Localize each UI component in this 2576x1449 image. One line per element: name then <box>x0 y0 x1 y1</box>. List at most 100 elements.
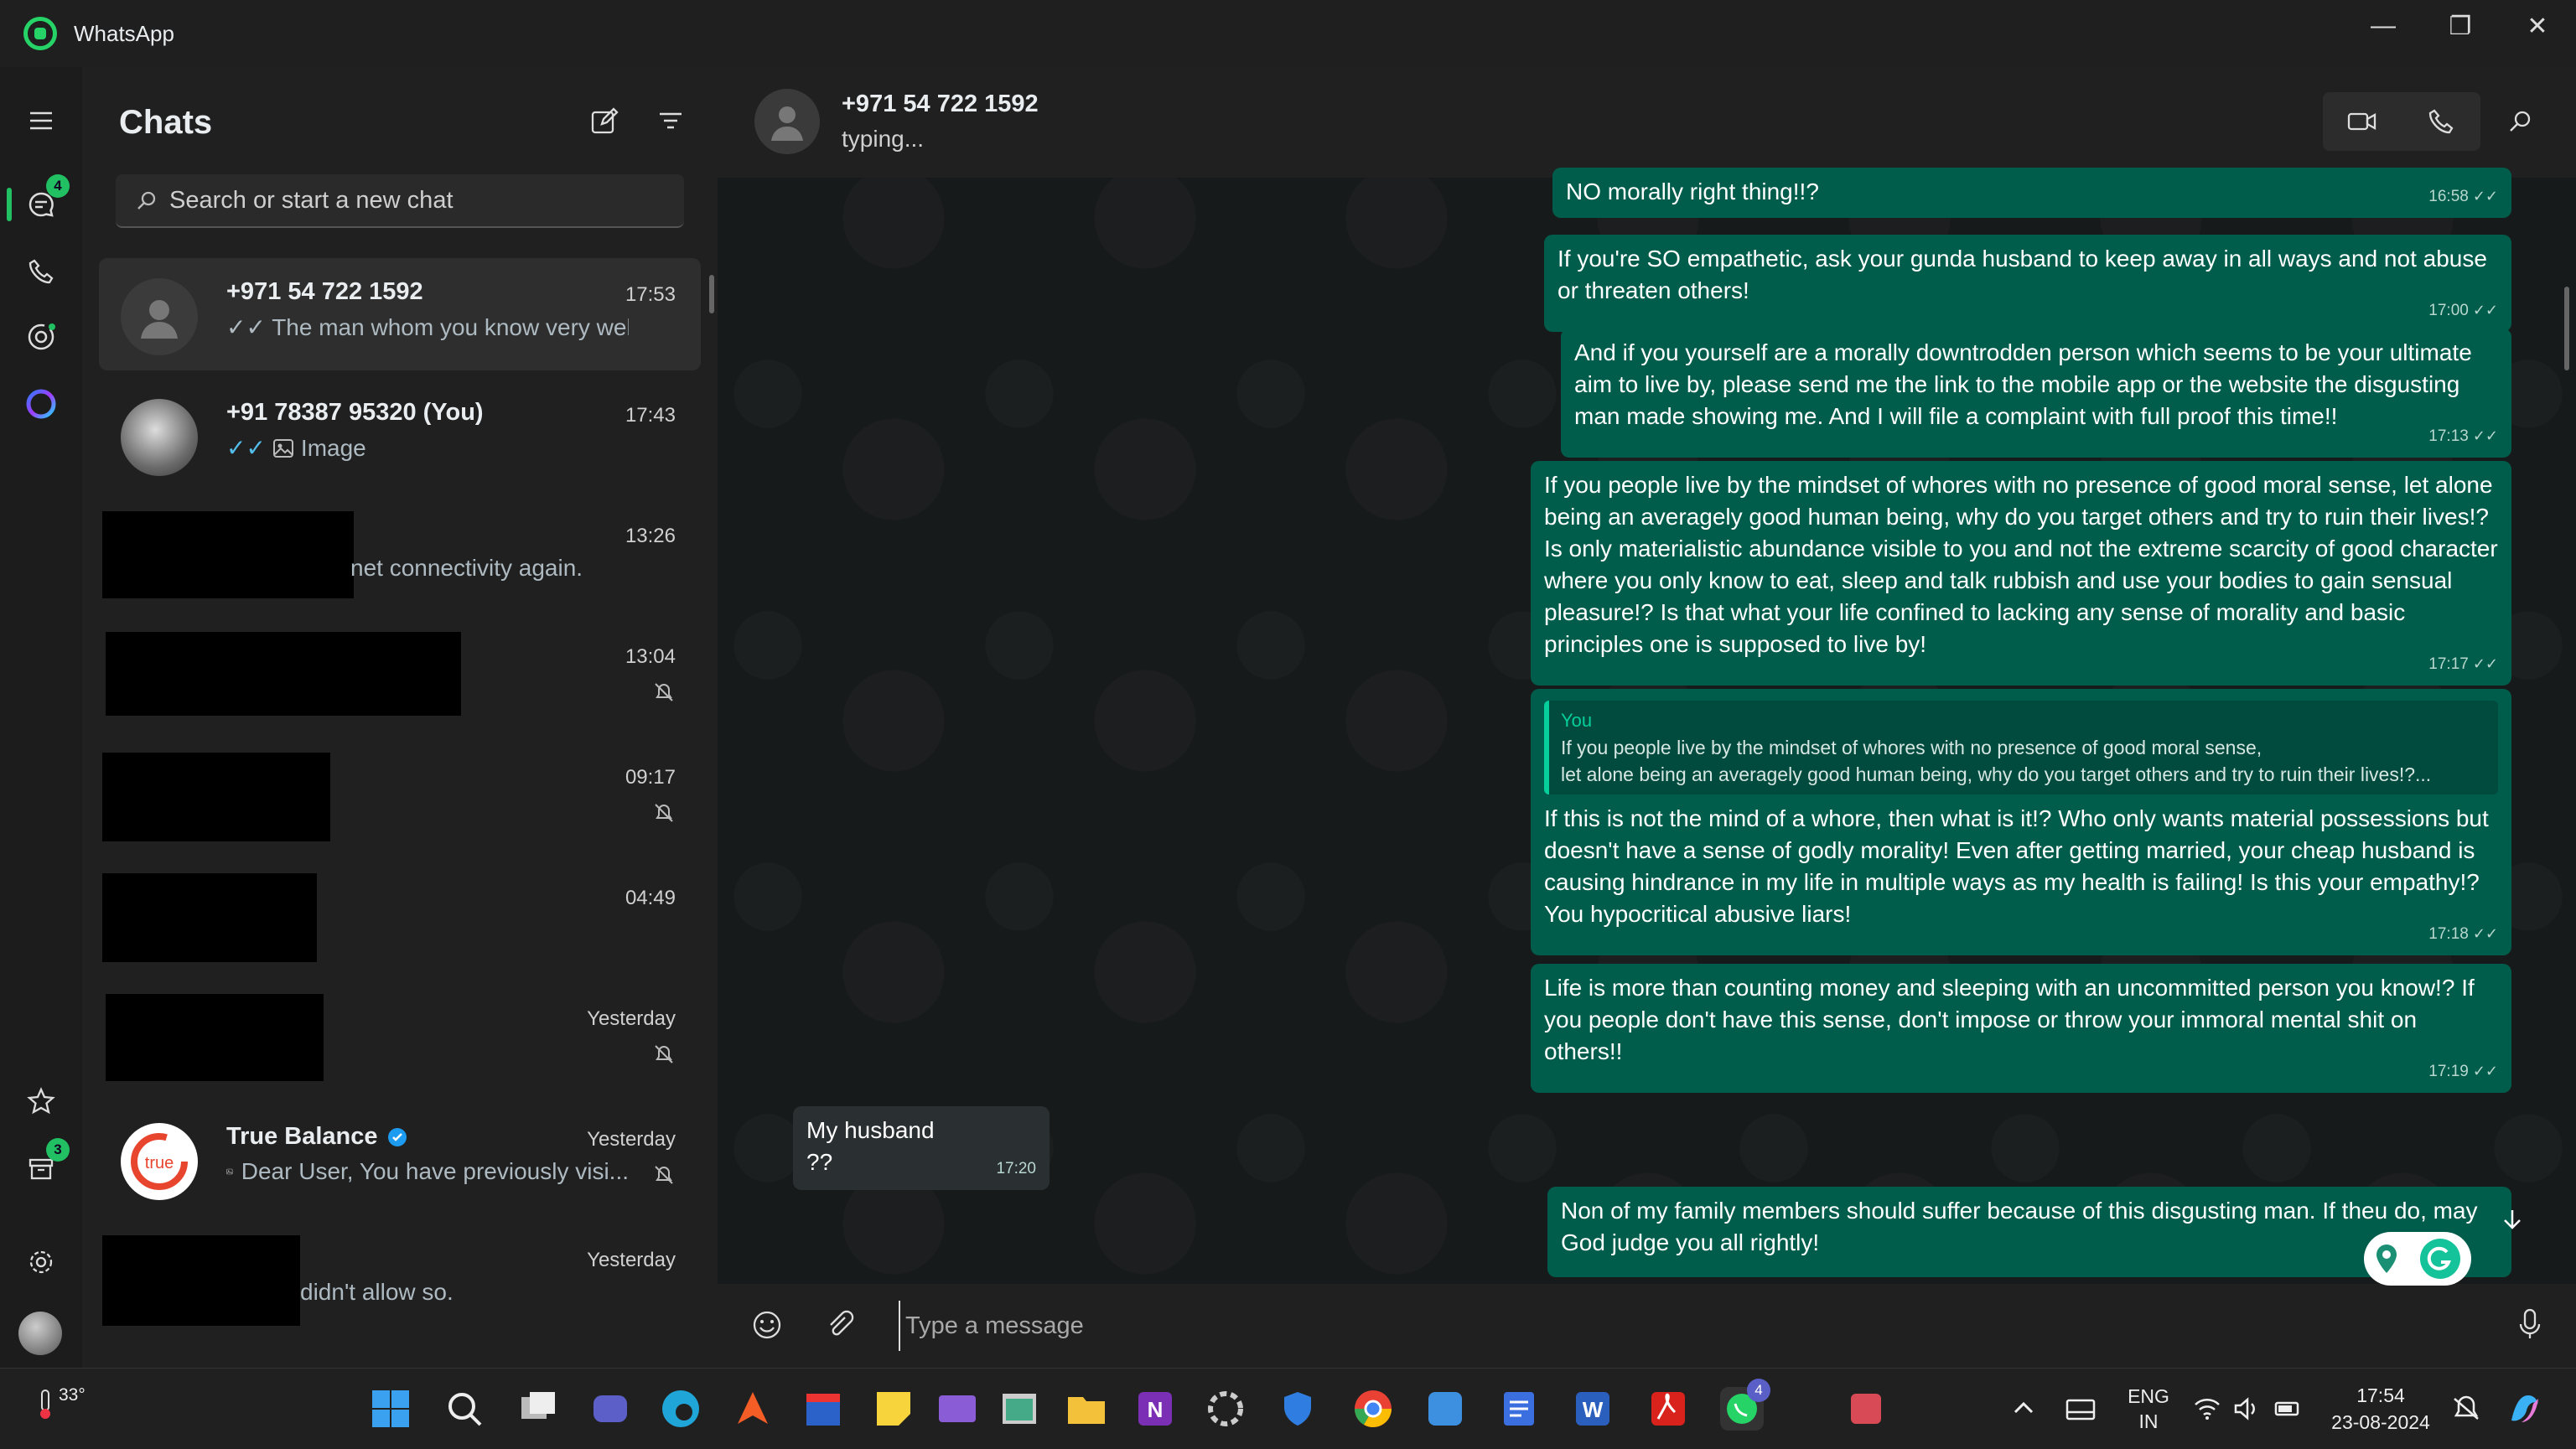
archive-badge: 3 <box>46 1138 70 1162</box>
start-icon[interactable] <box>369 1387 412 1431</box>
outgoing-message[interactable]: You If you people live by the mindset of… <box>1531 689 2511 955</box>
chat-time: Yesterday <box>587 1007 676 1030</box>
word-icon[interactable]: W <box>1571 1387 1615 1431</box>
search-input[interactable] <box>169 186 639 215</box>
app-icon-blue[interactable] <box>1423 1387 1467 1431</box>
filter-icon[interactable] <box>657 107 684 140</box>
edge-icon[interactable] <box>659 1387 702 1431</box>
message-text: Non of my family members should suffer b… <box>1561 1198 2478 1255</box>
chrome-icon[interactable] <box>1351 1387 1395 1431</box>
close-button[interactable]: ✕ <box>2499 0 2576 52</box>
chat-time: 09:17 <box>625 766 676 789</box>
outgoing-message[interactable]: And if you yourself are a morally downtr… <box>1561 329 2511 458</box>
whatsapp-taskbar-icon[interactable]: 4 <box>1720 1379 1770 1431</box>
message-time: 17:19 <box>2428 1055 2498 1088</box>
starred-icon[interactable] <box>21 1081 61 1121</box>
profile-avatar[interactable] <box>18 1312 62 1355</box>
copilot-icon[interactable] <box>2503 1387 2547 1431</box>
chats-badge: 4 <box>46 174 70 198</box>
chat-item[interactable]: net connectivity again. 13:26 <box>99 499 701 612</box>
defender-icon[interactable] <box>1276 1387 1319 1431</box>
window-controls: — ❐ ✕ <box>2345 0 2576 52</box>
scroll-to-bottom-button[interactable] <box>2491 1198 2533 1240</box>
chat-item[interactable]: didn't allow so. Yesterday <box>99 1224 701 1336</box>
weather-widget[interactable]: 33° <box>34 1385 86 1421</box>
clock[interactable]: 17:54 23-08-2024 <box>2322 1382 2439 1436</box>
language-indicator[interactable]: ENG IN <box>2121 1384 2176 1434</box>
chat-item[interactable]: 04:49 <box>99 862 701 974</box>
chat-item[interactable]: Yesterday <box>99 982 701 1095</box>
message-time: 17:13 <box>2428 420 2498 453</box>
chat-item[interactable]: 13:04 <box>99 620 701 732</box>
message-time: 17:18 <box>2428 918 2498 950</box>
message-time: 16:58 <box>2428 180 2498 213</box>
outgoing-message[interactable]: If you're SO empathetic, ask your gunda … <box>1544 235 2511 332</box>
message-text: And if you yourself are a morally downtr… <box>1574 339 2472 429</box>
language-primary: ENG <box>2128 1385 2169 1407</box>
quoted-message[interactable]: You If you people live by the mindset of… <box>1544 701 2498 794</box>
app-icon-gear[interactable] <box>1204 1387 1247 1431</box>
search-messages-button[interactable] <box>2480 92 2559 151</box>
chats-heading: Chats <box>119 104 213 141</box>
video-call-button[interactable] <box>2323 92 2402 151</box>
restore-button[interactable]: ❐ <box>2422 0 2499 52</box>
voice-call-button[interactable] <box>2402 92 2480 151</box>
conversation-header[interactable]: +971 54 722 1592 typing... <box>718 67 2576 178</box>
app-icon-arrow[interactable] <box>731 1387 775 1431</box>
chat-time: 17:53 <box>625 283 676 306</box>
status-icon[interactable] <box>21 317 61 357</box>
svg-text:true: true <box>145 1154 174 1172</box>
notification-bell-icon[interactable] <box>2449 1387 2483 1431</box>
settings-icon[interactable] <box>21 1242 61 1282</box>
new-chat-icon[interactable] <box>590 107 619 140</box>
calls-icon[interactable] <box>21 251 61 292</box>
teams-icon[interactable] <box>588 1387 632 1431</box>
app-icon-docs[interactable] <box>1497 1387 1541 1431</box>
file-explorer-icon[interactable] <box>1065 1387 1108 1431</box>
chevron-up-icon[interactable] <box>2008 1387 2039 1431</box>
message-composer <box>718 1284 2576 1368</box>
microphone-icon[interactable] <box>2517 1307 2542 1345</box>
windows-taskbar: 33° N W 4 ENG IN 17:54 23-08-2024 <box>0 1368 2576 1449</box>
outgoing-message[interactable]: NO morally right thing!!? 16:58 <box>1552 168 2511 218</box>
tablet-mode-icon[interactable] <box>2064 1387 2097 1431</box>
chat-name: +971 54 722 1592 <box>226 278 423 305</box>
acrobat-icon[interactable] <box>1646 1387 1690 1431</box>
contact-avatar[interactable] <box>754 89 820 154</box>
chat-item[interactable]: +91 78387 95320 (You) ✓✓ Image 17:43 <box>99 379 701 491</box>
chat-item[interactable]: +971 54 722 1592 ✓✓ The man whom you kno… <box>99 258 701 370</box>
chats-icon[interactable]: 4 <box>21 174 70 225</box>
app-icon-calendar[interactable] <box>801 1387 845 1431</box>
meta-ai-icon[interactable] <box>21 384 61 424</box>
attach-icon[interactable] <box>825 1309 855 1345</box>
quote-author: You <box>1561 710 1593 731</box>
minimize-button[interactable]: — <box>2345 0 2422 52</box>
message-input[interactable] <box>899 1301 2408 1351</box>
snipping-tool-icon[interactable] <box>1844 1387 1888 1431</box>
chat-item[interactable]: 09:17 <box>99 741 701 853</box>
onenote-icon[interactable]: N <box>1133 1387 1177 1431</box>
quote-text-line: If you people live by the mindset of who… <box>1561 737 2262 758</box>
chatlist-scrollbar[interactable] <box>709 275 714 313</box>
chat-preview: Image <box>300 434 366 461</box>
task-view-icon[interactable] <box>516 1387 560 1431</box>
grammarly-widget[interactable] <box>2364 1232 2471 1286</box>
grammarly-icon <box>2420 1239 2460 1279</box>
emoji-icon[interactable] <box>751 1309 783 1345</box>
search-bar[interactable] <box>116 174 684 228</box>
system-tray[interactable] <box>2193 1387 2310 1431</box>
conversation-scrollbar[interactable] <box>2564 287 2569 370</box>
app-icon-screenshot[interactable] <box>998 1387 1041 1431</box>
outgoing-message[interactable]: If you people live by the mindset of who… <box>1531 461 2511 686</box>
default-avatar-icon <box>121 278 198 355</box>
menu-icon[interactable] <box>21 101 61 141</box>
archived-icon[interactable]: 3 <box>21 1138 70 1188</box>
search-taskbar-icon[interactable] <box>443 1387 486 1431</box>
chat-item[interactable]: true True Balance Dear User, You have pr… <box>99 1103 701 1215</box>
outgoing-message[interactable]: Life is more than counting money and sle… <box>1531 964 2511 1093</box>
app-icon-purple[interactable] <box>936 1387 979 1431</box>
chat-time: 17:43 <box>625 404 676 427</box>
incoming-message[interactable]: My husband ?? 17:20 <box>793 1106 1050 1190</box>
sticky-notes-icon[interactable] <box>872 1387 915 1431</box>
redacted-block <box>106 632 461 716</box>
